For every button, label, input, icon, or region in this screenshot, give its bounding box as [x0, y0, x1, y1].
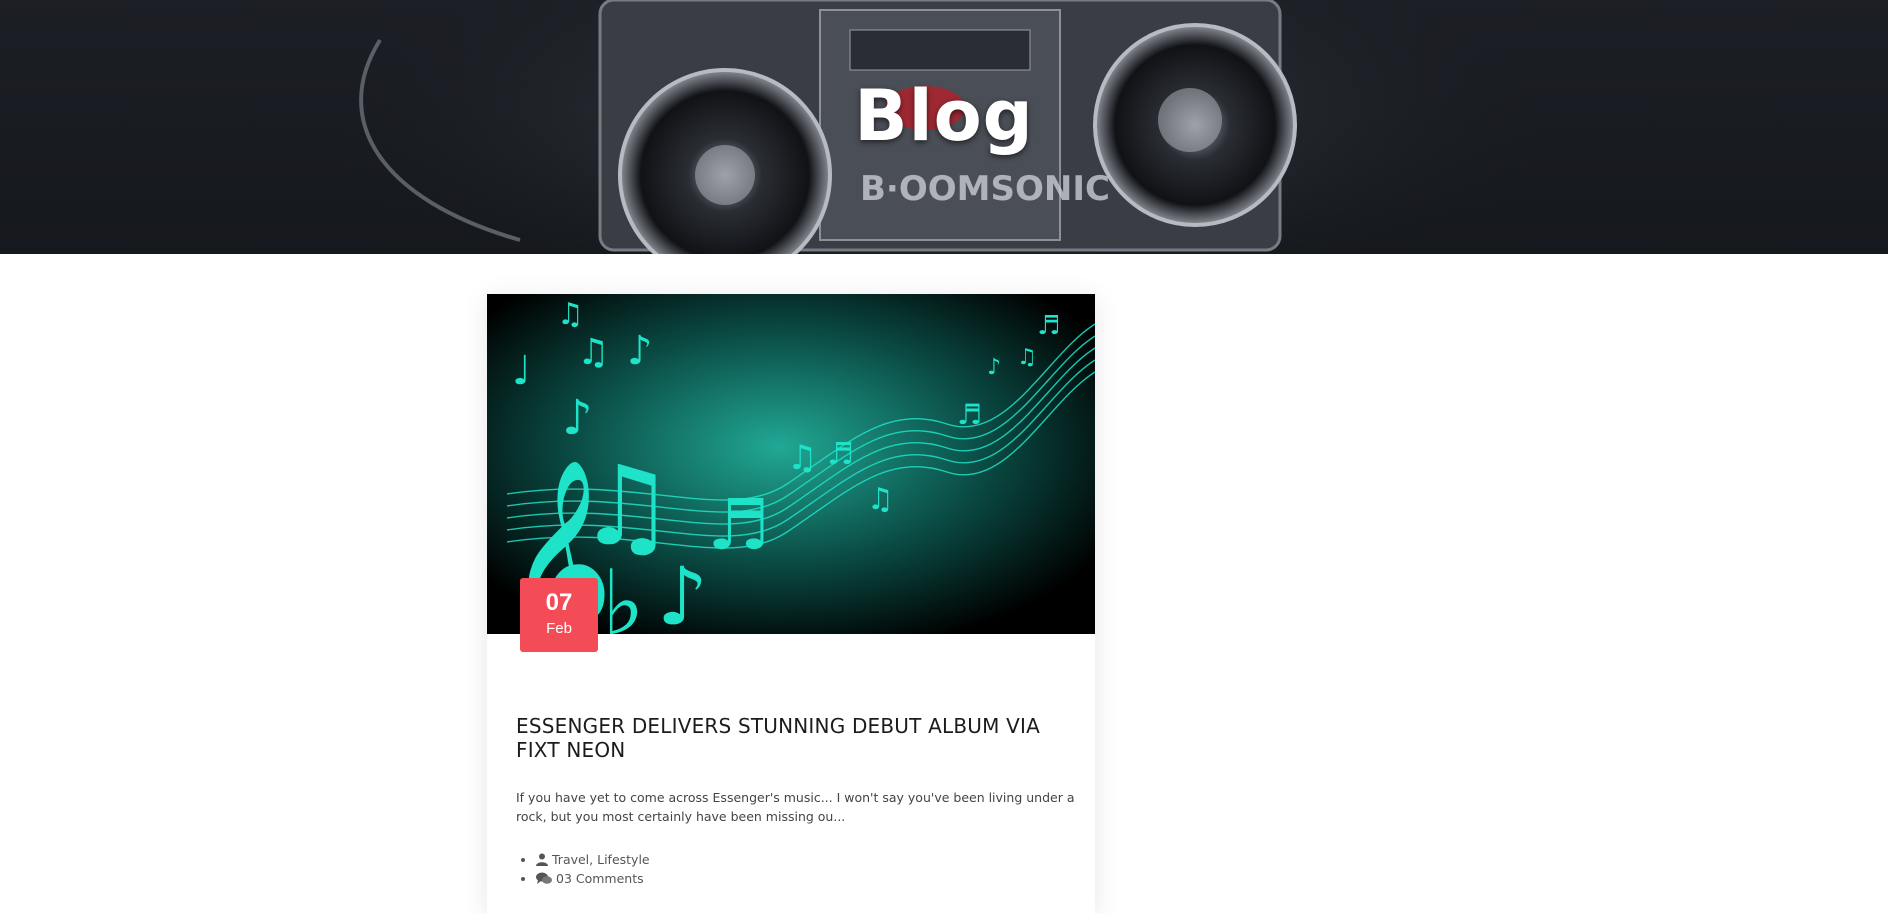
user-icon — [536, 853, 548, 866]
svg-text:♪: ♪ — [657, 550, 708, 634]
svg-text:♫: ♫ — [787, 438, 817, 478]
svg-text:B·OOMSONIC: B·OOMSONIC — [860, 169, 1110, 209]
svg-text:♫: ♫ — [577, 332, 609, 373]
blog-post-card[interactable]: 𝄞 ♫ ♭ ♪ ♬ ♩ ♫ ♪ ♫ ♪ ♫ ♬ ♫ ♬ ♪ ♫ ♬ 07 Feb — [487, 294, 1095, 914]
post-date-day: 07 — [545, 589, 573, 616]
post-excerpt: If you have yet to come across Essenger'… — [516, 790, 1075, 824]
svg-text:♪: ♪ — [627, 328, 653, 374]
post-date-month: Feb — [546, 620, 572, 637]
svg-text:♪: ♪ — [987, 355, 1001, 380]
post-categories: Travel, Lifestyle — [536, 850, 650, 869]
svg-text:♬: ♬ — [707, 484, 770, 566]
page-title: Blog — [854, 74, 1034, 157]
post-categories-text[interactable]: Travel, Lifestyle — [552, 852, 650, 867]
svg-text:♪: ♪ — [562, 390, 593, 446]
comments-icon — [536, 872, 552, 884]
post-title[interactable]: ESSENGER DELIVERS STUNNING DEBUT ALBUM V… — [516, 714, 1056, 762]
svg-text:♫: ♫ — [557, 297, 584, 332]
svg-text:♭: ♭ — [602, 551, 644, 634]
post-comments-text[interactable]: 03 Comments — [556, 871, 644, 886]
post-meta-list: Travel, Lifestyle 03 Comments — [516, 850, 650, 888]
svg-text:♬: ♬ — [957, 398, 982, 431]
svg-text:♩: ♩ — [512, 348, 531, 394]
svg-text:♫: ♫ — [1017, 345, 1037, 370]
svg-text:♫: ♫ — [867, 482, 894, 517]
blog-hero: B·OOMSONIC Blog — [0, 0, 1888, 254]
svg-text:♬: ♬ — [827, 437, 854, 472]
post-date-badge: 07 Feb — [520, 578, 598, 652]
svg-text:♬: ♬ — [1037, 311, 1060, 341]
post-comments: 03 Comments — [536, 869, 650, 888]
